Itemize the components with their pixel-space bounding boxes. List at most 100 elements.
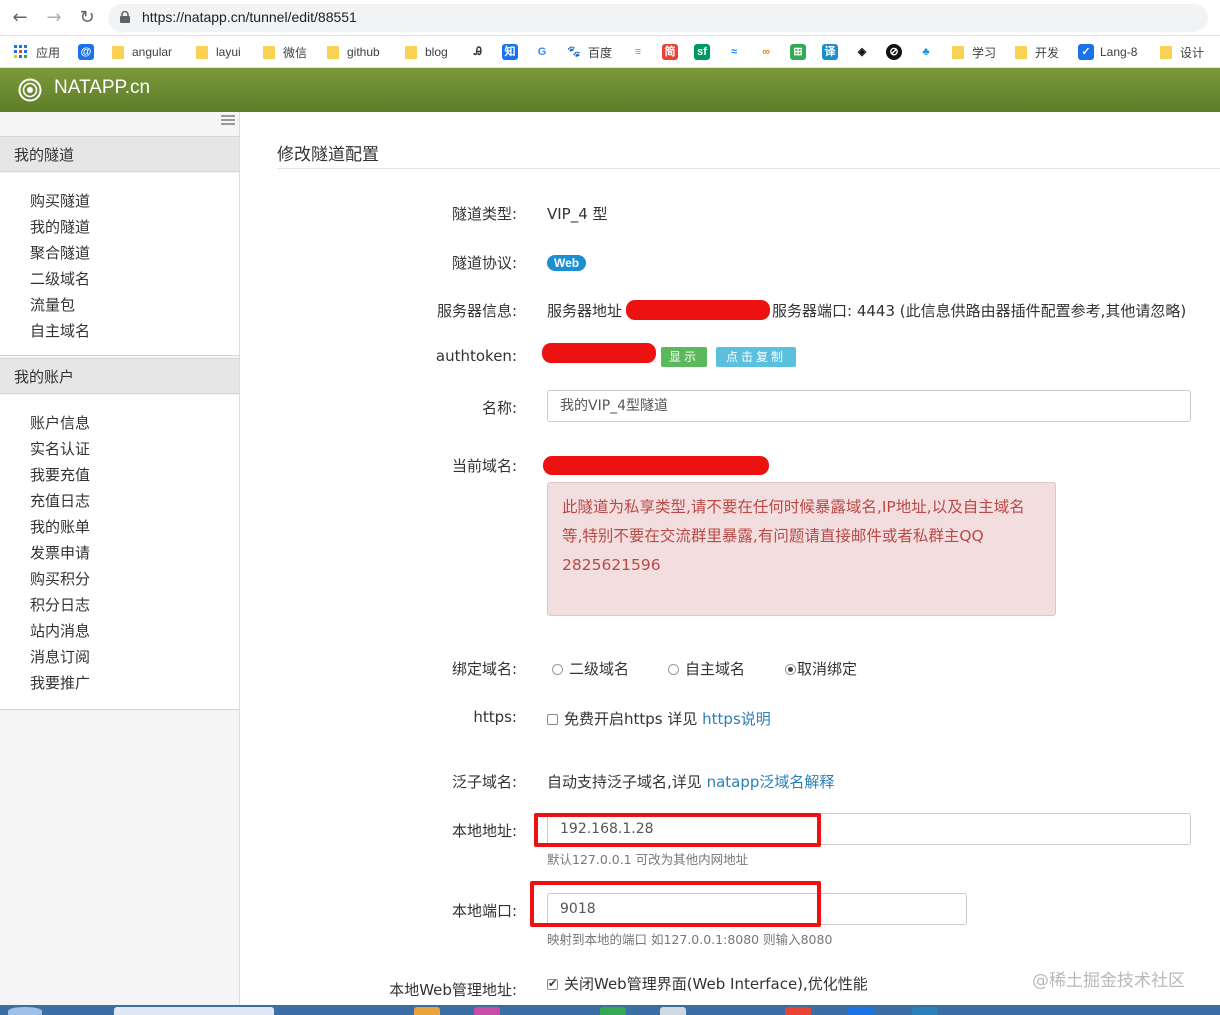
bookmark-dev[interactable]: 开发	[1015, 43, 1059, 61]
natapp-logo-icon[interactable]	[18, 78, 42, 102]
forward-icon[interactable]: →	[42, 6, 66, 30]
bind-option-subdomain[interactable]: 二级域名	[552, 658, 629, 679]
radio-selected-icon[interactable]	[785, 664, 796, 675]
sidebar-item-account-info[interactable]: 账户信息	[0, 410, 239, 436]
start-button[interactable]	[8, 1007, 42, 1015]
sidebar-item-subscriptions[interactable]: 消息订阅	[0, 644, 239, 670]
zhihu-icon: 知	[502, 44, 518, 60]
bookmark-blog[interactable]: blog	[405, 43, 448, 61]
folder-icon	[1160, 45, 1172, 59]
bookmark-jian[interactable]: 简	[662, 43, 684, 61]
tunnel-type-value: VIP_4 型	[547, 205, 608, 223]
radio-label: 自主域名	[685, 660, 746, 678]
taskbar-icon[interactable]	[848, 1007, 874, 1015]
bookmark-design[interactable]: 设计	[1160, 43, 1204, 61]
sidebar-item-buy-points[interactable]: 购买积分	[0, 566, 239, 592]
sidebar-item-recharge[interactable]: 我要充值	[0, 462, 239, 488]
sidebar-item-buy-tunnel[interactable]: 购买隧道	[0, 188, 239, 214]
sidebar-item-points-log[interactable]: 积分日志	[0, 592, 239, 618]
bookmark-label: github	[347, 45, 380, 59]
bookmark-at[interactable]: @	[78, 43, 100, 61]
sidebar-item-aggregate-tunnel[interactable]: 聚合隧道	[0, 240, 239, 266]
sidebar-section-tunnels[interactable]: 我的隧道	[0, 136, 239, 172]
https-text: 免费开启https 详见	[564, 710, 698, 728]
bookmark-stack[interactable]: ≡	[630, 43, 652, 61]
sidebar-tunnels-list: 购买隧道 我的隧道 聚合隧道 二级域名 流量包 自主域名	[0, 173, 239, 356]
bookmark-baidu[interactable]: 🐾 百度	[566, 43, 612, 61]
translate-yi-icon: 译	[822, 44, 838, 60]
sidebar-item-invoice[interactable]: 发票申请	[0, 540, 239, 566]
bookmark-angular[interactable]: angular	[112, 43, 172, 61]
sidebar-item-bills[interactable]: 我的账单	[0, 514, 239, 540]
folder-icon	[405, 45, 417, 59]
folder-icon	[196, 45, 208, 59]
bookmark-apps[interactable]: 应用	[14, 43, 60, 61]
reload-icon[interactable]: ↻	[75, 6, 99, 30]
bookmark-codepen[interactable]: ◈	[854, 43, 876, 61]
sidebar-item-custom-domain[interactable]: 自主域名	[0, 318, 239, 344]
show-token-button[interactable]: 显示	[661, 347, 707, 367]
name-label: 名称:	[481, 399, 517, 417]
check-icon: ✓	[1078, 44, 1094, 60]
sidebar-item-my-tunnels[interactable]: 我的隧道	[0, 214, 239, 240]
radio-icon[interactable]	[668, 664, 679, 675]
sidebar-item-verification[interactable]: 实名认证	[0, 436, 239, 462]
checkbox-checked-icon[interactable]	[547, 977, 558, 990]
site-header: NATAPP.cn	[0, 68, 1220, 112]
bookmark-layui[interactable]: layui	[196, 43, 241, 61]
site-name[interactable]: NATAPP.cn	[54, 77, 150, 99]
server-address-redaction	[626, 300, 770, 320]
bookmark-study[interactable]: 学习	[952, 43, 996, 61]
bookmark-github[interactable]: github	[327, 43, 380, 61]
bookmark-grid[interactable]: ⊞	[790, 43, 812, 61]
apps-grid-icon	[14, 45, 27, 58]
back-icon[interactable]: ←	[8, 6, 32, 30]
local-port-hint: 映射到本地的端口 如127.0.0.1:8080 则输入8080	[547, 932, 833, 947]
taskbar-icon[interactable]	[414, 1007, 440, 1015]
wildcard-help-link[interactable]: natapp泛域名解释	[707, 773, 835, 791]
os-taskbar	[0, 1005, 1220, 1015]
bookmark-circle[interactable]: ⊘	[886, 43, 908, 61]
sidebar-item-recharge-log[interactable]: 充值日志	[0, 488, 239, 514]
bookmark-juejin[interactable]: ≈	[726, 43, 748, 61]
bookmark-google[interactable]: G	[534, 43, 556, 61]
bookmark-zhihu[interactable]: 知	[502, 43, 524, 61]
bookmark-sf[interactable]: sf	[694, 43, 716, 61]
wildcard-label: 泛子域名:	[451, 773, 517, 791]
taskbar-icon[interactable]	[474, 1007, 500, 1015]
checkbox-icon[interactable]	[547, 714, 558, 725]
bookmark-label: blog	[425, 45, 448, 59]
local-address-label: 本地地址:	[451, 822, 517, 840]
bookmark-bird[interactable]: ♣	[918, 43, 940, 61]
highlight-box	[530, 881, 821, 927]
taskbar-icon[interactable]	[600, 1007, 626, 1015]
url-field[interactable]: https://natapp.cn/tunnel/edit/88551	[108, 4, 1208, 32]
copy-token-button[interactable]: 点击复制	[716, 347, 796, 367]
taskbar-window[interactable]	[114, 1007, 274, 1015]
sidebar-item-subdomain[interactable]: 二级域名	[0, 266, 239, 292]
wildcard-info: 自动支持泛子域名,详见 natapp泛域名解释	[547, 771, 834, 792]
sidebar-item-referral[interactable]: 我要推广	[0, 670, 239, 696]
menu-toggle-icon[interactable]	[221, 115, 235, 125]
bind-option-custom-domain[interactable]: 自主域名	[668, 658, 745, 679]
protocol-value: Web	[547, 253, 587, 271]
taskbar-icon[interactable]	[912, 1007, 938, 1015]
bookmark-yi[interactable]: 译	[822, 43, 844, 61]
bookmark-lang8[interactable]: ✓ Lang-8	[1078, 43, 1137, 61]
tunnel-type-label: 隧道类型:	[451, 205, 517, 223]
https-help-link[interactable]: https说明	[702, 710, 771, 728]
bookmark-translate[interactable]: Ꭿ	[470, 43, 492, 61]
tunnel-name-input[interactable]: 我的VIP_4型隧道	[547, 390, 1191, 422]
taskbar-icon[interactable]	[785, 1007, 811, 1015]
radio-icon[interactable]	[552, 664, 563, 675]
web-admin-option[interactable]: 关闭Web管理界面(Web Interface),优化性能	[547, 973, 868, 994]
bookmark-oo[interactable]: ∞	[758, 43, 780, 61]
taskbar-icon[interactable]	[660, 1007, 686, 1015]
baidu-paw-icon: 🐾	[566, 44, 582, 60]
bind-option-unbind[interactable]: 取消绑定	[785, 658, 857, 679]
https-option[interactable]: 免费开启https 详见 https说明	[547, 708, 771, 729]
sidebar-section-account[interactable]: 我的账户	[0, 358, 239, 394]
bookmark-weixin[interactable]: 微信	[263, 43, 307, 61]
sidebar-item-traffic-pack[interactable]: 流量包	[0, 292, 239, 318]
sidebar-item-messages[interactable]: 站内消息	[0, 618, 239, 644]
